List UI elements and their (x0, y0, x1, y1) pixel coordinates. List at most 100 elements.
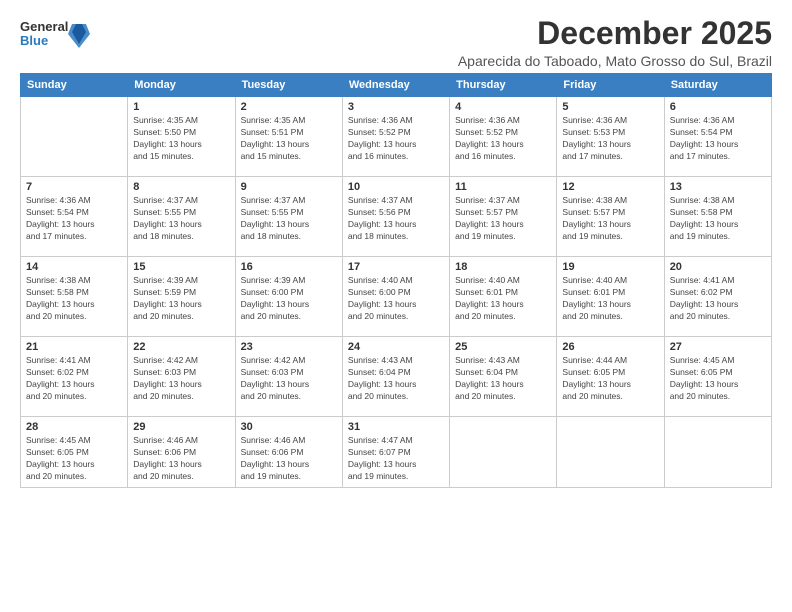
table-row: 17 Sunrise: 4:40 AM Sunset: 6:00 PM Dayli… (342, 257, 449, 337)
title-block: December 2025 Aparecida do Taboado, Mato… (458, 16, 772, 69)
table-row: 6 Sunrise: 4:36 AM Sunset: 5:54 PM Daylig… (664, 97, 771, 177)
table-row: 29 Sunrise: 4:46 AM Sunset: 6:06 PM Dayli… (128, 417, 235, 488)
logo-blue-text: Blue (20, 34, 68, 48)
location-title: Aparecida do Taboado, Mato Grosso do Sul… (458, 53, 772, 69)
day-number: 26 (562, 341, 658, 353)
table-row: 21 Sunrise: 4:41 AM Sunset: 6:02 PM Dayli… (21, 337, 128, 417)
day-number: 4 (455, 101, 551, 113)
table-row: 13Sunrise: 4:38 AM Sunset: 5:58 PM Dayli… (664, 177, 771, 257)
day-info: Sunrise: 4:38 AM Sunset: 5:58 PM Dayligh… (26, 275, 122, 323)
calendar-table: Sunday Monday Tuesday Wednesday Thursday… (20, 73, 772, 488)
table-row: 4 Sunrise: 4:36 AM Sunset: 5:52 PM Daylig… (450, 97, 557, 177)
day-number: 18 (455, 261, 551, 273)
table-row: 23Sunrise: 4:42 AM Sunset: 6:03 PM Dayli… (235, 337, 342, 417)
day-info: Sunrise: 4:35 AM Sunset: 5:50 PM Dayligh… (133, 115, 229, 163)
day-info: Sunrise: 4:38 AM Sunset: 5:58 PM Dayligh… (670, 195, 766, 243)
day-info: Sunrise: 4:46 AM Sunset: 6:06 PM Dayligh… (133, 435, 229, 483)
day-number: 10 (348, 181, 444, 193)
day-info: Sunrise: 4:36 AM Sunset: 5:53 PM Dayligh… (562, 115, 658, 163)
logo-icon (68, 20, 90, 48)
calendar-row: 7 Sunrise: 4:36 AM Sunset: 5:54 PM Daylig… (21, 177, 772, 257)
day-info: Sunrise: 4:36 AM Sunset: 5:52 PM Dayligh… (348, 115, 444, 163)
table-row: 7 Sunrise: 4:36 AM Sunset: 5:54 PM Daylig… (21, 177, 128, 257)
day-info: Sunrise: 4:37 AM Sunset: 5:57 PM Dayligh… (455, 195, 551, 243)
day-number: 29 (133, 421, 229, 433)
day-number: 3 (348, 101, 444, 113)
day-number: 9 (241, 181, 337, 193)
day-number: 11 (455, 181, 551, 193)
calendar-row: 14 Sunrise: 4:38 AM Sunset: 5:58 PM Dayli… (21, 257, 772, 337)
day-number: 21 (26, 341, 122, 353)
table-row: 30 Sunrise: 4:46 AM Sunset: 6:06 PM Dayli… (235, 417, 342, 488)
day-number: 30 (241, 421, 337, 433)
table-row: 31 Sunrise: 4:47 AM Sunset: 6:07 PM Dayli… (342, 417, 449, 488)
table-row: 18 Sunrise: 4:40 AM Sunset: 6:01 PM Dayli… (450, 257, 557, 337)
day-number: 25 (455, 341, 551, 353)
month-title: December 2025 (458, 16, 772, 51)
day-number: 17 (348, 261, 444, 273)
table-row: 25 Sunrise: 4:43 AM Sunset: 6:04 PM Dayli… (450, 337, 557, 417)
col-thursday: Thursday (450, 74, 557, 97)
table-row: 15 Sunrise: 4:39 AM Sunset: 5:59 PM Dayli… (128, 257, 235, 337)
table-row (450, 417, 557, 488)
day-info: Sunrise: 4:40 AM Sunset: 6:00 PM Dayligh… (348, 275, 444, 323)
col-tuesday: Tuesday (235, 74, 342, 97)
day-number: 23 (241, 341, 337, 353)
day-info: Sunrise: 4:45 AM Sunset: 6:05 PM Dayligh… (26, 435, 122, 483)
day-info: Sunrise: 4:46 AM Sunset: 6:06 PM Dayligh… (241, 435, 337, 483)
day-info: Sunrise: 4:39 AM Sunset: 5:59 PM Dayligh… (133, 275, 229, 323)
day-number: 31 (348, 421, 444, 433)
day-number: 16 (241, 261, 337, 273)
day-number: 8 (133, 181, 229, 193)
table-row: 3 Sunrise: 4:36 AM Sunset: 5:52 PM Daylig… (342, 97, 449, 177)
table-row: 2 Sunrise: 4:35 AM Sunset: 5:51 PM Daylig… (235, 97, 342, 177)
table-row: 27 Sunrise: 4:45 AM Sunset: 6:05 PM Dayli… (664, 337, 771, 417)
table-row: 16 Sunrise: 4:39 AM Sunset: 6:00 PM Dayli… (235, 257, 342, 337)
col-monday: Monday (128, 74, 235, 97)
day-number: 6 (670, 101, 766, 113)
table-row (664, 417, 771, 488)
day-info: Sunrise: 4:39 AM Sunset: 6:00 PM Dayligh… (241, 275, 337, 323)
col-friday: Friday (557, 74, 664, 97)
day-info: Sunrise: 4:36 AM Sunset: 5:52 PM Dayligh… (455, 115, 551, 163)
day-info: Sunrise: 4:40 AM Sunset: 6:01 PM Dayligh… (562, 275, 658, 323)
day-info: Sunrise: 4:45 AM Sunset: 6:05 PM Dayligh… (670, 355, 766, 403)
day-info: Sunrise: 4:35 AM Sunset: 5:51 PM Dayligh… (241, 115, 337, 163)
day-info: Sunrise: 4:37 AM Sunset: 5:55 PM Dayligh… (241, 195, 337, 243)
day-number: 20 (670, 261, 766, 273)
day-info: Sunrise: 4:44 AM Sunset: 6:05 PM Dayligh… (562, 355, 658, 403)
col-sunday: Sunday (21, 74, 128, 97)
calendar-row: 1Sunrise: 4:35 AM Sunset: 5:50 PM Daylig… (21, 97, 772, 177)
day-info: Sunrise: 4:36 AM Sunset: 5:54 PM Dayligh… (670, 115, 766, 163)
table-row: 24Sunrise: 4:43 AM Sunset: 6:04 PM Dayli… (342, 337, 449, 417)
day-number: 2 (241, 101, 337, 113)
day-info: Sunrise: 4:47 AM Sunset: 6:07 PM Dayligh… (348, 435, 444, 483)
calendar-page: General Blue December 2025 Aparecida do … (0, 0, 792, 612)
day-number: 22 (133, 341, 229, 353)
day-info: Sunrise: 4:40 AM Sunset: 6:01 PM Dayligh… (455, 275, 551, 323)
day-info: Sunrise: 4:37 AM Sunset: 5:56 PM Dayligh… (348, 195, 444, 243)
logo-general-text: General (20, 20, 68, 34)
table-row: 28Sunrise: 4:45 AM Sunset: 6:05 PM Dayli… (21, 417, 128, 488)
day-number: 5 (562, 101, 658, 113)
col-wednesday: Wednesday (342, 74, 449, 97)
day-info: Sunrise: 4:43 AM Sunset: 6:04 PM Dayligh… (455, 355, 551, 403)
day-number: 27 (670, 341, 766, 353)
day-number: 7 (26, 181, 122, 193)
day-info: Sunrise: 4:36 AM Sunset: 5:54 PM Dayligh… (26, 195, 122, 243)
day-info: Sunrise: 4:42 AM Sunset: 6:03 PM Dayligh… (133, 355, 229, 403)
table-row: 26 Sunrise: 4:44 AM Sunset: 6:05 PM Dayli… (557, 337, 664, 417)
header-row: Sunday Monday Tuesday Wednesday Thursday… (21, 74, 772, 97)
day-number: 15 (133, 261, 229, 273)
table-row: 12Sunrise: 4:38 AM Sunset: 5:57 PM Dayli… (557, 177, 664, 257)
calendar-row: 21 Sunrise: 4:41 AM Sunset: 6:02 PM Dayli… (21, 337, 772, 417)
header: General Blue December 2025 Aparecida do … (20, 16, 772, 69)
day-info: Sunrise: 4:41 AM Sunset: 6:02 PM Dayligh… (26, 355, 122, 403)
table-row: 8Sunrise: 4:37 AM Sunset: 5:55 PM Daylig… (128, 177, 235, 257)
day-number: 14 (26, 261, 122, 273)
table-row: 22 Sunrise: 4:42 AM Sunset: 6:03 PM Dayli… (128, 337, 235, 417)
table-row: 5 Sunrise: 4:36 AM Sunset: 5:53 PM Daylig… (557, 97, 664, 177)
table-row (21, 97, 128, 177)
logo: General Blue (20, 20, 90, 49)
table-row: 10 Sunrise: 4:37 AM Sunset: 5:56 PM Dayli… (342, 177, 449, 257)
